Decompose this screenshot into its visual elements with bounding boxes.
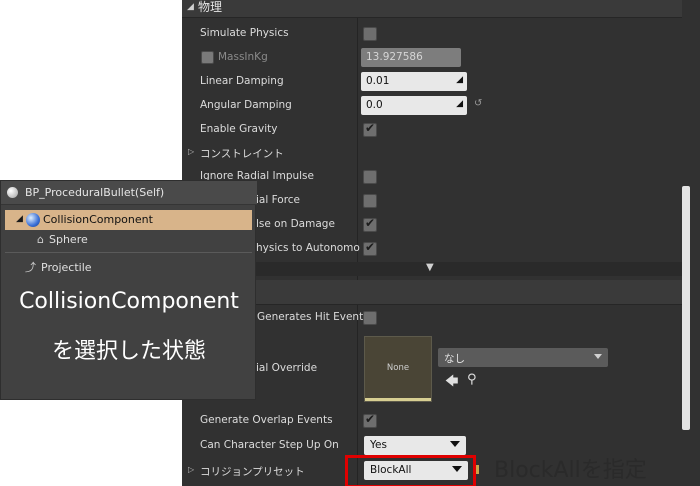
category-physics[interactable]: ◢ 物理 [182,0,682,18]
step-up-on-label: Can Character Step Up On [200,439,339,451]
constraints-label: コンストレイント [200,148,284,160]
collapse-arrow-icon[interactable]: ◢ [187,2,194,12]
material-dropdown[interactable]: なし [438,348,608,367]
row-physics-to-autonomous: hysics to Autonomo ✔ [182,237,682,261]
row-linear-damping: Linear Damping 0.01 ◢ [182,70,682,94]
simulate-physics-checkbox[interactable] [363,27,377,41]
caption-line1: CollisionComponent [19,289,239,314]
drag-handle-icon[interactable]: ◢ [456,99,463,109]
impulse-on-damage-checkbox[interactable]: ✔ [363,216,377,232]
material-thumbnail[interactable]: None [364,336,432,402]
sphere-collision-icon [26,213,40,227]
drag-handle-icon[interactable]: ◢ [456,75,463,85]
expand-arrow-icon[interactable]: ▷ [188,465,194,474]
ignore-radial-force-checkbox[interactable] [363,194,377,208]
ignore-radial-force-label: ial Force [256,194,301,206]
overlap-events-checkbox[interactable]: ✔ [363,412,377,428]
expand-advanced-icon[interactable]: ▼ [426,262,434,273]
ignore-radial-impulse-checkbox[interactable] [363,170,377,184]
row-constraints[interactable]: ▷ コンストレイント [182,141,682,165]
physics-to-autonomous-label: hysics to Autonomo [256,242,360,254]
tree-item-projectile[interactable]: ⤴ Projectile [25,259,92,275]
check-icon: ✔ [365,240,376,254]
linear-damping-label: Linear Damping [200,75,284,87]
check-icon: ✔ [365,412,376,426]
thumbnail-color-bar [365,398,431,401]
annotation-note: BlockAllを指定 [494,458,647,483]
step-up-on-combo[interactable]: Yes [364,436,466,455]
advanced-expander[interactable]: ▼ [182,262,682,276]
root-label: BP_ProceduralBullet(Self) [25,186,165,199]
mass-input[interactable]: 13.927586 [361,48,461,67]
caption-line2: を選択した状態 [51,339,206,364]
row-enable-gravity: Enable Gravity ✔ [182,118,682,142]
row-mass: MassInKg 13.927586 ↺ [182,46,682,109]
mass-override-checkbox[interactable] [201,51,214,64]
browse-magnifier-icon[interactable]: ⚲ [467,372,477,387]
linear-damping-value: 0.01 [366,75,390,87]
sim-hit-events-label: Generates Hit Event [257,311,364,323]
use-selected-arrow-icon[interactable]: 🡄 [445,372,458,394]
angular-damping-label: Angular Damping [200,99,292,111]
row-simulate-physics: Simulate Physics [182,22,682,46]
highlight-box [345,455,476,486]
row-ignore-radial-impulse: Ignore Radial Impulse [182,165,682,189]
category-title: 物理 [198,0,223,14]
sphere-label: Sphere [49,233,88,246]
chevron-down-icon [594,354,602,359]
category-collision[interactable] [182,280,682,305]
collapse-arrow-icon[interactable]: ◢ [16,214,23,224]
tree-item-sphere[interactable]: ⌂ Sphere [37,233,88,246]
impulse-on-damage-label: lse on Damage [256,218,335,230]
check-icon: ✔ [365,121,376,135]
row-ignore-radial-force: ial Force [182,189,682,213]
chevron-down-icon [450,441,460,447]
physics-to-autonomous-checkbox[interactable]: ✔ [363,240,377,256]
simulate-physics-label: Simulate Physics [200,27,289,39]
row-overlap-events: Generate Overlap Events ✔ [182,409,682,433]
expand-arrow-icon[interactable]: ▷ [188,147,194,156]
enable-gravity-checkbox[interactable]: ✔ [363,121,377,137]
projectile-label: Projectile [41,261,92,274]
tree-separator [5,252,252,253]
step-up-on-value: Yes [370,439,387,451]
angular-damping-input[interactable]: 0.0 ◢ [361,96,467,115]
components-panel: BP_ProceduralBullet(Self) ◢ CollisionCom… [0,180,257,400]
row-sim-hit-events: Generates Hit Event [182,306,682,330]
details-scrollbar[interactable] [682,186,690,430]
row-angular-damping: Angular Damping 0.0 ◢ [182,94,682,118]
projectile-movement-icon: ⤴ [25,261,36,274]
material-dropdown-value: なし [444,353,465,365]
collision-presets-label: コリジョンプリセット [200,466,305,478]
overlap-events-label: Generate Overlap Events [200,414,333,426]
linear-damping-input[interactable]: 0.01 ◢ [361,72,467,91]
details-panel: ◢ 物理 Simulate Physics MassInKg 13.927586… [182,0,700,486]
components-root[interactable]: BP_ProceduralBullet(Self) [1,181,257,205]
tree-item-collision-component[interactable]: ◢ CollisionComponent [5,210,252,230]
mesh-house-icon: ⌂ [37,233,44,246]
thumbnail-label: None [386,363,410,373]
angular-damping-value: 0.0 [366,99,383,111]
row-impulse-on-damage: lse on Damage ✔ [182,213,682,237]
check-icon: ✔ [365,216,376,230]
sim-hit-events-checkbox[interactable] [363,311,377,325]
phys-material-label: ial Override [256,362,318,374]
collision-component-label: CollisionComponent [43,213,153,226]
actor-sphere-icon [7,187,18,198]
enable-gravity-label: Enable Gravity [200,123,278,135]
mass-label: MassInKg [218,51,268,63]
